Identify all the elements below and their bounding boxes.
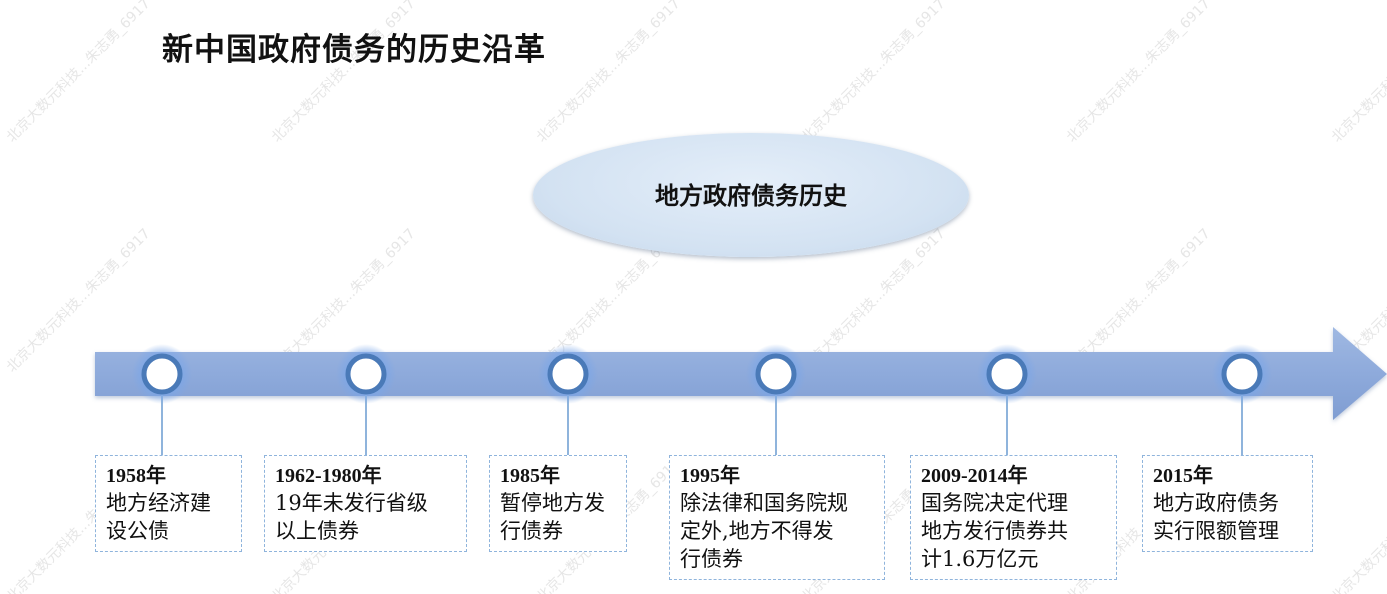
event-description: 国务院决定代理 地方发行债券共 计1.6万亿元 xyxy=(921,491,1068,571)
event-description: 地方政府债务 实行限额管理 xyxy=(1153,491,1279,543)
event-card: 1985年暂停地方发 行债券 xyxy=(489,455,627,552)
event-card: 2015年地方政府债务 实行限额管理 xyxy=(1142,455,1313,552)
event-card: 2009-2014年国务院决定代理 地方发行债券共 计1.6万亿元 xyxy=(910,455,1117,580)
event-description: 地方经济建 设公债 xyxy=(106,491,211,543)
connector-lines xyxy=(161,394,1243,455)
event-description: 除法律和国务院规 定外,地方不得发 行债券 xyxy=(680,491,848,571)
event-card: 1958年地方经济建 设公债 xyxy=(95,455,242,552)
event-card: 1962-1980年 19年未发行省级 以上债券 xyxy=(264,455,467,552)
event-year: 1958年 xyxy=(106,465,166,487)
event-year: 2015年 xyxy=(1153,465,1213,487)
event-year: 1985年 xyxy=(500,465,560,487)
timeline-node xyxy=(1221,353,1263,395)
event-description: 19年未发行省级 以上债券 xyxy=(275,491,428,543)
event-year: 1995年 xyxy=(680,465,740,487)
timeline-node xyxy=(755,353,797,395)
timeline-node xyxy=(345,353,387,395)
timeline-node xyxy=(141,353,183,395)
timeline-node xyxy=(547,353,589,395)
event-year: 1962-1980年 xyxy=(275,465,382,487)
event-description: 暂停地方发 行债券 xyxy=(500,491,605,543)
event-card: 1995年除法律和国务院规 定外,地方不得发 行债券 xyxy=(669,455,885,580)
timeline-arrow xyxy=(95,327,1387,420)
timeline-node xyxy=(986,353,1028,395)
event-year: 2009-2014年 xyxy=(921,465,1028,487)
timeline-diagram: 北京大数元科技...朱志勇_6917 北京大数元科技...朱志勇_6917 北京大数… xyxy=(0,0,1387,594)
